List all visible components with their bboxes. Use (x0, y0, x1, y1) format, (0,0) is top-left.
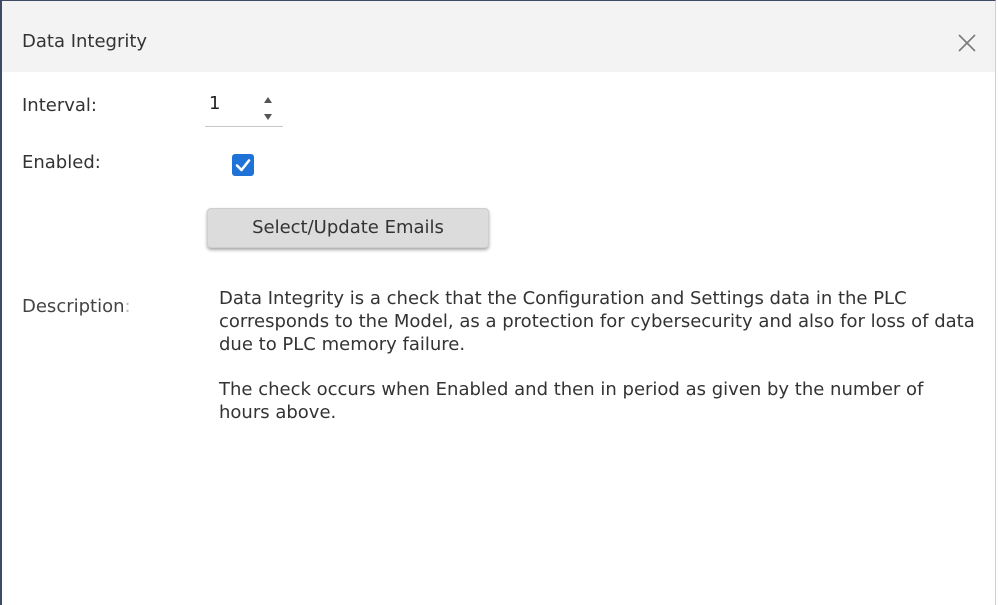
interval-value[interactable]: 1 (209, 93, 220, 114)
description-label: Description: (22, 296, 131, 317)
description-paragraph: The check occurs when Enabled and then i… (219, 379, 924, 423)
dialog-titlebar: Data Integrity (2, 1, 995, 72)
enabled-label: Enabled: (22, 152, 101, 173)
interval-stepper[interactable]: 1 (205, 87, 283, 127)
interval-label: Interval: (22, 95, 97, 116)
description-paragraph: Data Integrity is a check that the Confi… (219, 288, 975, 355)
description-text: Data Integrity is a check that the Confi… (219, 287, 979, 424)
close-icon[interactable] (955, 31, 979, 55)
select-update-emails-button[interactable]: Select/Update Emails (207, 208, 489, 248)
stepper-up-icon[interactable] (262, 90, 274, 103)
checkmark-icon (235, 159, 251, 172)
description-colon: : (124, 296, 131, 317)
data-integrity-dialog: Data Integrity Interval: 1 Enabled: Sele… (0, 0, 996, 605)
enabled-checkbox[interactable] (232, 154, 254, 176)
description-label-text: Description (22, 296, 125, 317)
stepper-down-icon[interactable] (262, 107, 274, 120)
dialog-title: Data Integrity (22, 31, 148, 52)
